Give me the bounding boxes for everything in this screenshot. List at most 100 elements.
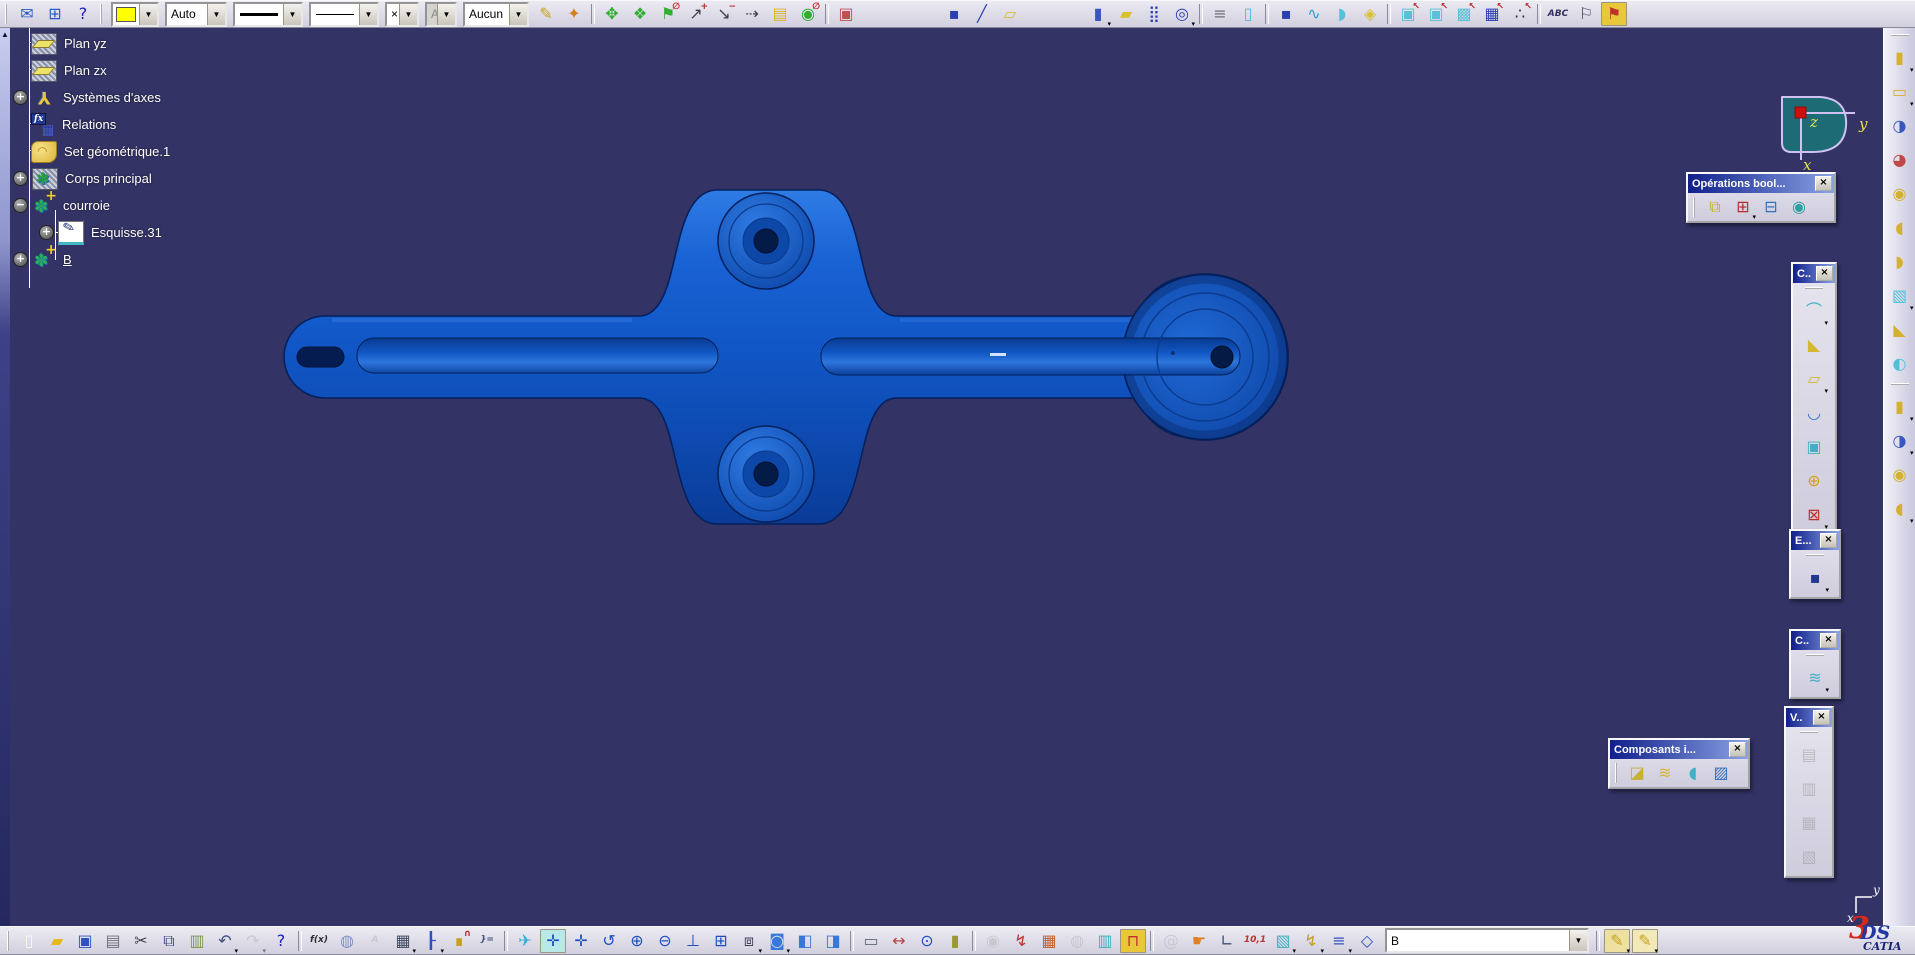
shaft-icon[interactable]: ◑ xyxy=(1886,112,1914,140)
dropdown-arrow-icon[interactable]: ▾ xyxy=(1824,319,1828,327)
tree-item-relations[interactable]: Relations xyxy=(12,111,170,138)
list-pick-icon[interactable]: ▤ xyxy=(767,2,793,26)
draft-icon[interactable]: ▱ ▾ xyxy=(1800,365,1828,396)
circle-pattern-icon[interactable]: ◎ ▾ xyxy=(1169,2,1195,29)
drag-handle[interactable] xyxy=(1693,197,1698,217)
no-zoom-icon[interactable]: ◉ ∅ xyxy=(795,2,821,26)
wizard-icon[interactable]: ✦ xyxy=(561,2,587,26)
save-icon[interactable]: ▣ xyxy=(72,929,98,953)
pick-face-icon[interactable]: ▣ ↖ xyxy=(1395,2,1421,26)
undo-icon[interactable]: ↶ ▾ xyxy=(212,929,238,955)
panel-composants-surfaciques[interactable]: C.. × ≋ ▾ xyxy=(1789,629,1841,699)
drag-handle[interactable] xyxy=(5,4,10,24)
dropdown-arrow-icon[interactable]: ▾ xyxy=(1626,947,1630,955)
panel-title-bar[interactable]: E... × xyxy=(1791,531,1839,550)
dropdown-arrow-icon[interactable]: ▾ xyxy=(758,947,762,955)
panel-title-bar[interactable]: C.. × xyxy=(1793,264,1835,283)
selection-filter-combo[interactable]: B ▼ xyxy=(1385,928,1589,953)
measure-between-icon[interactable]: ↔ xyxy=(886,929,912,953)
box-analysis-icon[interactable]: ▧ ▾ xyxy=(1270,929,1296,955)
tree-structure-icon[interactable]: ┠ ▾ xyxy=(418,929,444,955)
whats-this-icon[interactable]: ? xyxy=(268,929,294,953)
swap-space-icon[interactable]: ◨ xyxy=(820,929,846,953)
fly-icon[interactable]: ✈ xyxy=(512,929,538,953)
expand-icon[interactable]: + xyxy=(39,225,54,240)
catalog-edit-icon[interactable]: ✎ ▾ xyxy=(1604,928,1630,955)
catalog-copy-icon[interactable]: ✎ ▾ xyxy=(1632,928,1658,955)
chevron-down-icon[interactable]: ▼ xyxy=(359,3,377,25)
scroll-up-icon[interactable]: ▲ xyxy=(1,30,9,39)
tree-item-b[interactable]: +B xyxy=(12,243,170,273)
line-icon[interactable]: ╱ xyxy=(969,2,995,26)
extrude-icon[interactable]: ▮ ▾ xyxy=(1085,2,1111,29)
panel-vues[interactable]: V.. × ▤ ▥ ▦ ▧ xyxy=(1784,706,1834,878)
dropdown-arrow-icon[interactable]: ▾ xyxy=(1910,304,1914,312)
inertia-icon[interactable]: ▮ xyxy=(942,929,968,953)
dropdown-arrow-icon[interactable]: ▾ xyxy=(1292,947,1296,955)
constraint-icon[interactable]: ↯ ▾ xyxy=(1298,929,1324,955)
stack-dim-icon[interactable]: ≡ xyxy=(1207,2,1233,26)
fit-all-icon[interactable]: ✛ xyxy=(540,928,566,953)
stiffener-icon[interactable]: ◣ xyxy=(1886,316,1914,344)
dropdown-arrow-icon[interactable]: ▾ xyxy=(440,947,444,955)
left-end-hole[interactable] xyxy=(296,346,345,368)
dropdown-arrow-icon[interactable]: ▾ xyxy=(1910,66,1914,74)
pick-body-icon[interactable]: ▩ ↖ xyxy=(1451,2,1477,26)
multi-view-icon[interactable]: ⊞ xyxy=(708,929,734,953)
chevron-down-icon[interactable]: ▼ xyxy=(139,3,157,25)
part-3d-courroie[interactable]: z y x y x xyxy=(10,28,1883,926)
increment-minus-icon[interactable]: ↘ − xyxy=(711,2,737,26)
style-combo[interactable]: Auto ▼ xyxy=(165,1,227,27)
drag-handle[interactable] xyxy=(1806,554,1824,559)
zoom-out-icon[interactable]: ⊖ xyxy=(652,929,678,953)
close-icon[interactable]: × xyxy=(1820,533,1837,548)
tree-item-plan-zx[interactable]: Plan zx xyxy=(12,57,170,84)
dropdown-arrow-icon[interactable]: ▾ xyxy=(1752,213,1756,221)
shell-icon[interactable]: ◡ xyxy=(1800,399,1828,427)
curve-icon[interactable]: ∿ xyxy=(1301,2,1327,26)
map-icon[interactable]: ▦ xyxy=(1036,929,1062,953)
panel-title-bar[interactable]: Opérations bool... × xyxy=(1688,174,1834,193)
measure-box-icon[interactable]: ▭ xyxy=(858,929,884,953)
zoom-in-icon[interactable]: ⊕ xyxy=(624,929,650,953)
sew-surface-icon[interactable]: ▨ xyxy=(1708,761,1734,785)
dropdown-arrow-icon[interactable]: ▾ xyxy=(1107,20,1111,28)
line-weight-combo[interactable]: ▼ xyxy=(233,1,303,27)
layer-combo[interactable]: Aucun ▼ xyxy=(463,1,529,27)
compass-manipulator[interactable] xyxy=(1794,106,1807,119)
new-icon[interactable]: ▯ xyxy=(16,929,42,953)
add-body-icon[interactable]: ⊞ ▾ xyxy=(1730,195,1756,222)
drag-handle[interactable] xyxy=(1806,654,1824,659)
slot-icon[interactable]: ◗ xyxy=(1886,248,1914,276)
panel-composants-habillage[interactable]: C.. × ⌒ ▾ ◣ ▱ ▾ ◡ ▣ ⊕ ⊠ ▾ xyxy=(1791,262,1837,536)
left-slot[interactable] xyxy=(356,337,719,374)
pick-face2-icon[interactable]: ▣ ↖ xyxy=(1423,2,1449,26)
text-annotation-icon[interactable]: ABC xyxy=(1545,2,1571,26)
chevron-down-icon[interactable]: ▼ xyxy=(509,3,527,25)
dropdown-arrow-icon[interactable]: ▾ xyxy=(234,947,238,955)
panel-elements-reference[interactable]: E... × ▪ ▾ xyxy=(1789,529,1841,599)
tree-item-set-g-om-trique-1[interactable]: Set géométrique.1 xyxy=(12,138,170,165)
rib-icon[interactable]: ◖ xyxy=(1886,214,1914,242)
doc-group-icon[interactable]: ⊞ xyxy=(42,2,68,26)
normal-view-icon[interactable]: ⊥ xyxy=(680,929,706,953)
panel-operations-booleennes[interactable]: Opérations bool... × ⧉ ⊞ ▾ ⊟ ◉ xyxy=(1686,172,1836,223)
dropdown-arrow-icon[interactable]: ▾ xyxy=(1825,586,1829,594)
close-surface-icon[interactable]: ◖ xyxy=(1680,761,1706,785)
pick-points-icon[interactable]: ∴ ↖ xyxy=(1507,2,1533,26)
hide-show-icon[interactable]: ◧ xyxy=(792,929,818,953)
split-icon[interactable]: ◪ xyxy=(1624,761,1650,785)
iso-view-icon[interactable]: ⧈ ▾ xyxy=(736,929,762,955)
compass[interactable]: z y x xyxy=(1781,96,1868,174)
chevron-down-icon[interactable]: ▼ xyxy=(1569,930,1587,951)
dropdown-arrow-icon[interactable]: ▾ xyxy=(412,947,416,955)
dropdown-arrow-icon[interactable]: ▾ xyxy=(1910,449,1914,457)
dropdown-arrow-icon[interactable]: ▾ xyxy=(1825,686,1829,694)
ref-point-icon[interactable]: ▪ ▾ xyxy=(1801,564,1829,595)
close-icon[interactable]: × xyxy=(1729,742,1746,757)
tree-item-plan-yz[interactable]: Plan yz xyxy=(12,30,170,57)
cut-icon[interactable]: ✂ xyxy=(128,929,154,953)
measure-item-icon[interactable]: ⊙ xyxy=(914,929,940,953)
bottom-boss[interactable] xyxy=(717,425,815,523)
paste-icon[interactable]: ▥ xyxy=(184,929,210,953)
